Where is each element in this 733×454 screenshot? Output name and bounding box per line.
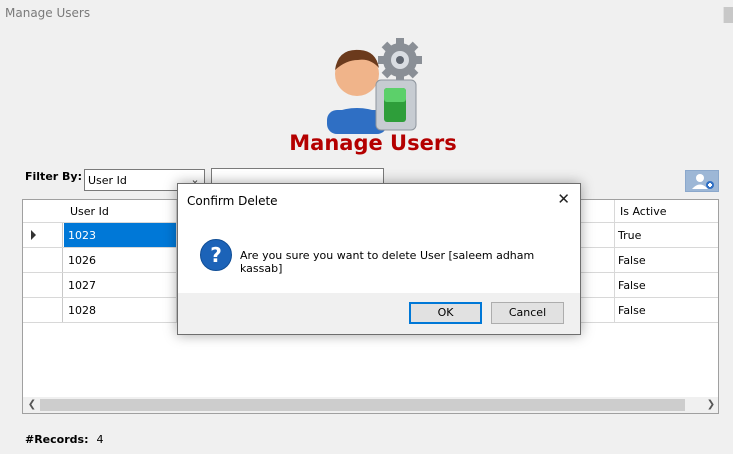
dialog-message: Are you sure you want to delete User [sa… bbox=[240, 249, 535, 275]
close-icon[interactable]: ✕ bbox=[557, 190, 570, 208]
column-header-is-active[interactable]: Is Active bbox=[620, 205, 667, 218]
window-title: Manage Users bbox=[5, 6, 91, 20]
records-label: #Records: bbox=[25, 433, 89, 446]
users-manage-icon bbox=[324, 38, 422, 136]
add-user-icon bbox=[692, 174, 714, 189]
is-active-cell[interactable]: True bbox=[618, 229, 641, 242]
scrollbar-thumb[interactable] bbox=[40, 399, 685, 411]
user-id-cell[interactable]: 1028 bbox=[68, 304, 96, 317]
window-control-button[interactable] bbox=[723, 7, 733, 23]
current-row-icon bbox=[31, 230, 36, 240]
cancel-button[interactable]: Cancel bbox=[491, 302, 564, 324]
add-user-button[interactable] bbox=[685, 170, 719, 192]
records-value: 4 bbox=[96, 433, 104, 446]
row-header[interactable] bbox=[23, 298, 63, 322]
is-active-cell[interactable]: False bbox=[618, 304, 646, 317]
is-active-cell[interactable]: False bbox=[618, 279, 646, 292]
filter-selected-value: User Id bbox=[88, 174, 127, 187]
confirm-delete-dialog[interactable]: Confirm Delete ✕ ? Are you sure you want… bbox=[177, 183, 581, 335]
title-bar: Manage Users bbox=[0, 0, 733, 27]
row-header[interactable] bbox=[23, 273, 63, 297]
column-header-user-id[interactable]: User Id bbox=[70, 205, 109, 218]
user-id-cell[interactable]: 1027 bbox=[68, 279, 96, 292]
page-title: Manage Users bbox=[289, 131, 457, 155]
filter-label: Filter By: bbox=[25, 170, 82, 183]
question-icon: ? bbox=[200, 239, 232, 271]
ok-button[interactable]: OK bbox=[409, 302, 482, 324]
records-count: #Records: 4 bbox=[25, 433, 103, 446]
selected-cell[interactable]: 1023 bbox=[64, 223, 176, 247]
scroll-left-icon[interactable]: ❮ bbox=[24, 398, 40, 412]
row-header[interactable] bbox=[23, 248, 63, 272]
user-id-cell[interactable]: 1026 bbox=[68, 254, 96, 267]
is-active-cell[interactable]: False bbox=[618, 254, 646, 267]
row-header[interactable] bbox=[23, 223, 63, 247]
dialog-title: Confirm Delete bbox=[187, 194, 278, 208]
horizontal-scrollbar[interactable]: ❮ ❯ bbox=[23, 397, 718, 413]
scroll-right-icon[interactable]: ❯ bbox=[703, 398, 718, 412]
dialog-footer: OK Cancel bbox=[178, 293, 580, 334]
